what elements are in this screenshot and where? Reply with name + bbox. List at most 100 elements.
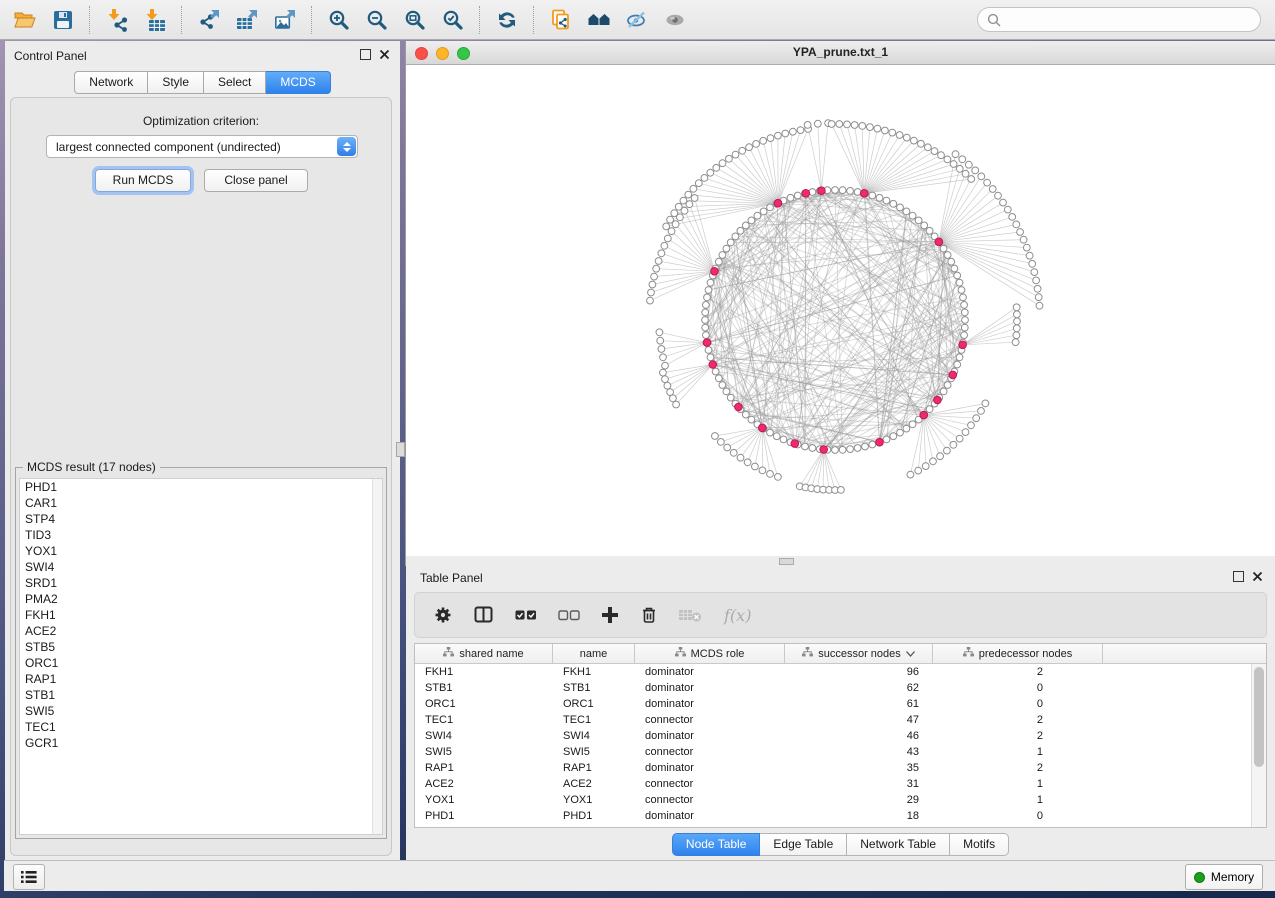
float-window-icon[interactable] (360, 49, 371, 60)
table-row[interactable]: TEC1TEC1connector472 (415, 712, 1266, 728)
table-cell: RAP1 (553, 760, 635, 776)
zoom-in-icon[interactable] (320, 3, 358, 37)
table-row[interactable]: RAP1RAP1dominator352 (415, 760, 1266, 776)
search-box[interactable] (977, 7, 1261, 32)
mcds-result-item[interactable]: TID3 (20, 527, 382, 543)
node-table[interactable]: shared name nameMCDS rolesuccessor nodesp… (414, 643, 1267, 828)
import-table-icon[interactable] (136, 3, 174, 37)
tab-network-table[interactable]: Network Table (847, 833, 950, 856)
table-cell: 0 (933, 680, 1103, 696)
export-table-icon[interactable] (228, 3, 266, 37)
float-window-icon[interactable] (1233, 571, 1244, 582)
copy-share-network-icon[interactable] (542, 3, 580, 37)
network-overview-icon[interactable] (580, 3, 618, 37)
horizontal-splitter-handle[interactable] (779, 558, 794, 565)
table-row[interactable]: YOX1YOX1connector291 (415, 792, 1266, 808)
table-row[interactable]: PHD1PHD1dominator180 (415, 808, 1266, 824)
column-header-shared-name[interactable]: shared name (415, 644, 553, 663)
show-graphics-details-icon[interactable] (656, 3, 694, 37)
table-cell: 1 (933, 776, 1103, 792)
vertical-splitter[interactable] (405, 41, 406, 566)
panel-list-button[interactable] (13, 864, 45, 890)
mcds-result-item[interactable]: RAP1 (20, 671, 382, 687)
column-header-name[interactable]: name (553, 644, 635, 663)
open-file-icon[interactable] (6, 3, 44, 37)
mcds-result-item[interactable]: STB1 (20, 687, 382, 703)
table-scrollbar-thumb[interactable] (1254, 667, 1264, 767)
column-header-predecessor-nodes[interactable]: predecessor nodes (933, 644, 1103, 663)
mcds-result-item[interactable]: PHD1 (20, 479, 382, 495)
run-mcds-button[interactable]: Run MCDS (95, 169, 191, 192)
export-network-icon[interactable] (190, 3, 228, 37)
column-header-MCDS-role[interactable]: MCDS role (635, 644, 785, 663)
mcds-result-item[interactable]: ORC1 (20, 655, 382, 671)
split-pane-icon[interactable] (474, 606, 494, 624)
mcds-result-item[interactable]: STP4 (20, 511, 382, 527)
mcds-result-item[interactable]: STB5 (20, 639, 382, 655)
mcds-result-item[interactable]: PMA2 (20, 591, 382, 607)
mcds-result-item[interactable]: GCR1 (20, 735, 382, 751)
save-session-icon[interactable] (44, 3, 82, 37)
mcds-result-item[interactable]: CAR1 (20, 495, 382, 511)
list-icon (21, 870, 37, 884)
node-table-body: FKH1FKH1dominator962STB1STB1dominator620… (415, 664, 1266, 824)
mcds-result-item[interactable]: SWI5 (20, 703, 382, 719)
hierarchy-icon (675, 647, 686, 660)
table-row[interactable]: SWI4SWI4dominator462 (415, 728, 1266, 744)
select-all-icon[interactable] (515, 609, 537, 621)
control-panel: Control Panel NetworkStyleSelectMCDS Opt… (5, 41, 400, 860)
criterion-dropdown[interactable]: largest connected component (undirected) (46, 135, 358, 158)
mcds-result-item[interactable]: YOX1 (20, 543, 382, 559)
mcds-result-item[interactable]: ACE2 (20, 623, 382, 639)
function-builder-icon[interactable]: f(x) (724, 606, 751, 625)
close-panel-button[interactable]: Close panel (204, 169, 308, 192)
gear-icon[interactable] (433, 605, 453, 625)
mcds-result-item[interactable]: FKH1 (20, 607, 382, 623)
search-input[interactable] (1007, 12, 1241, 28)
tab-edge-table[interactable]: Edge Table (760, 833, 847, 856)
dropdown-stepper-icon (337, 137, 356, 156)
table-row[interactable]: SWI5SWI5connector431 (415, 744, 1266, 760)
mcds-result-item[interactable]: SRD1 (20, 575, 382, 591)
column-header-label: shared name (459, 648, 523, 660)
table-row[interactable]: FKH1FKH1dominator962 (415, 664, 1266, 680)
delete-table-icon[interactable] (679, 607, 703, 623)
export-image-icon[interactable] (266, 3, 304, 37)
hide-graphics-details-icon[interactable] (618, 3, 656, 37)
column-header-successor-nodes[interactable]: successor nodes (785, 644, 933, 663)
import-network-icon[interactable] (98, 3, 136, 37)
zoom-selected-icon[interactable] (434, 3, 472, 37)
table-row[interactable]: ORC1ORC1dominator610 (415, 696, 1266, 712)
tab-network[interactable]: Network (74, 71, 148, 94)
table-row[interactable]: ACE2ACE2connector311 (415, 776, 1266, 792)
mcds-result-item[interactable]: TEC1 (20, 719, 382, 735)
close-panel-icon[interactable] (1252, 571, 1263, 582)
network-canvas[interactable] (406, 65, 1275, 556)
horizontal-splitter[interactable] (406, 556, 1275, 566)
close-panel-icon[interactable] (379, 49, 390, 60)
tab-mcds[interactable]: MCDS (266, 71, 330, 94)
network-window-titlebar[interactable]: YPA_prune.txt_1 (406, 41, 1275, 65)
zoom-fit-icon[interactable] (396, 3, 434, 37)
vertical-splitter-handle[interactable] (396, 442, 405, 457)
tab-select[interactable]: Select (204, 71, 266, 94)
delete-column-icon[interactable] (640, 606, 658, 624)
mcds-list-scrollbar[interactable] (372, 479, 382, 834)
add-column-icon[interactable] (601, 606, 619, 624)
table-cell: ACE2 (415, 776, 553, 792)
memory-button[interactable]: Memory (1185, 864, 1263, 890)
table-row[interactable]: STB1STB1dominator620 (415, 680, 1266, 696)
toolbar-separator (181, 6, 183, 34)
mcds-result-item[interactable]: SWI4 (20, 559, 382, 575)
network-graph[interactable] (406, 65, 1275, 556)
deselect-all-icon[interactable] (558, 609, 580, 621)
table-cell: dominator (635, 696, 785, 712)
table-cell: 2 (933, 728, 1103, 744)
tab-motifs[interactable]: Motifs (950, 833, 1009, 856)
tab-node-table[interactable]: Node Table (672, 833, 761, 856)
zoom-out-icon[interactable] (358, 3, 396, 37)
tab-style[interactable]: Style (148, 71, 204, 94)
refresh-view-icon[interactable] (488, 3, 526, 37)
table-scrollbar[interactable] (1251, 664, 1266, 827)
mcds-result-list[interactable]: PHD1CAR1STP4TID3YOX1SWI4SRD1PMA2FKH1ACE2… (19, 478, 383, 835)
